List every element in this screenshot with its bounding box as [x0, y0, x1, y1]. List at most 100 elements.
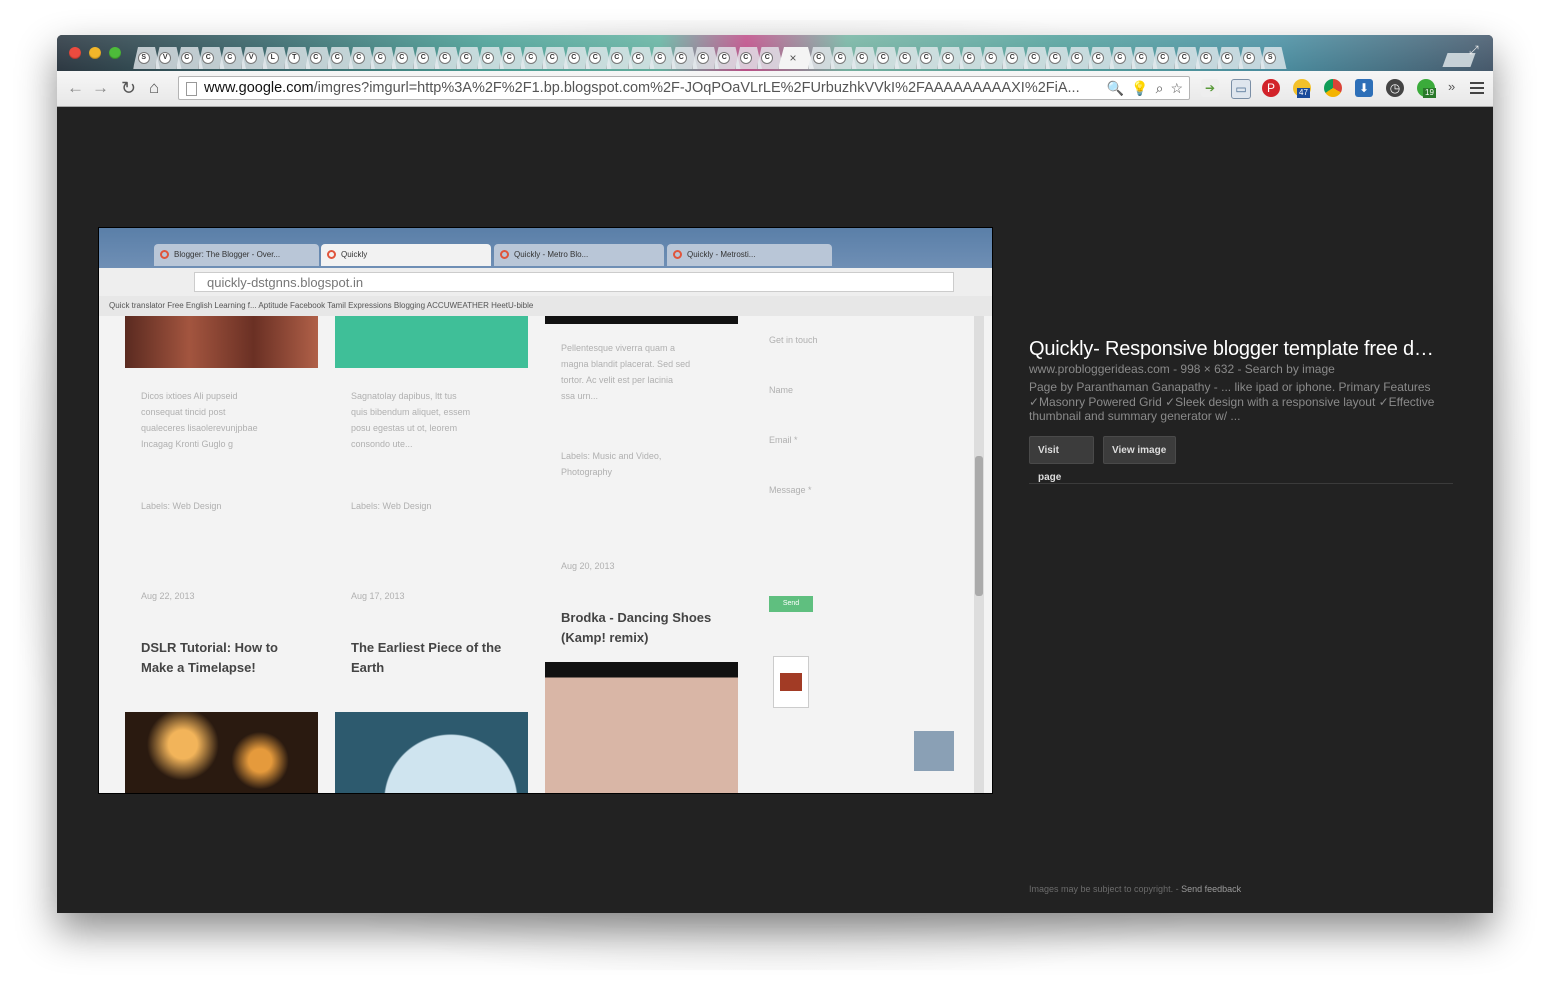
preview-back-to-top: [914, 731, 954, 771]
chrome-icon[interactable]: [1324, 79, 1342, 97]
browser-tab[interactable]: C: [477, 47, 504, 69]
forward-button[interactable]: →: [92, 79, 109, 97]
zoom-window-button[interactable]: [109, 47, 121, 59]
result-image[interactable]: Blogger: The Blogger - Over... Quickly Q…: [98, 227, 993, 794]
browser-tab[interactable]: C: [1173, 47, 1201, 69]
close-window-button[interactable]: [69, 47, 81, 59]
browser-tab[interactable]: T: [283, 47, 311, 69]
browser-tab[interactable]: C: [735, 47, 762, 69]
browser-tab[interactable]: S: [1259, 47, 1287, 69]
preview-tab: Quickly: [321, 244, 491, 266]
preview-tab: Blogger: The Blogger - Over...: [154, 244, 319, 266]
minimize-window-button[interactable]: [89, 47, 101, 59]
browser-tab[interactable]: C: [915, 47, 943, 69]
lightbulb-icon[interactable]: 💡: [1131, 80, 1148, 97]
preview-photo: [125, 712, 318, 793]
browser-tab[interactable]: C: [756, 47, 784, 69]
browser-tab[interactable]: C: [1023, 47, 1050, 69]
browser-tab[interactable]: C: [498, 47, 526, 69]
bookmark-star-icon[interactable]: ☆: [1170, 80, 1183, 97]
browser-tab[interactable]: C: [176, 47, 203, 69]
browser-tab[interactable]: C: [829, 47, 857, 69]
download-icon[interactable]: ⬇: [1355, 79, 1373, 97]
browser-tab[interactable]: C: [627, 47, 655, 69]
omnibox-icons: 🔍 💡 ⌕ ☆: [1107, 80, 1183, 97]
browser-tab[interactable]: C: [520, 47, 547, 69]
browser-tab[interactable]: C: [980, 47, 1007, 69]
reload-button[interactable]: ↻: [121, 79, 136, 97]
rss-icon[interactable]: ➔: [1201, 79, 1219, 97]
browser-tab[interactable]: C: [584, 47, 612, 69]
browser-tab[interactable]: C: [391, 47, 418, 69]
browser-tab[interactable]: C: [1109, 47, 1136, 69]
browser-tab[interactable]: C: [369, 47, 397, 69]
back-button[interactable]: ←: [67, 79, 84, 97]
magnifier-icon[interactable]: ⌕: [1156, 80, 1164, 97]
browser-tab[interactable]: C: [958, 47, 986, 69]
browser-tab[interactable]: C: [305, 47, 332, 69]
preview-photo: [125, 316, 318, 368]
tab-favicon-icon: C: [309, 52, 322, 64]
browser-tab[interactable]: C: [1130, 47, 1158, 69]
browser-tab[interactable]: C: [670, 47, 698, 69]
weather-badge: 47: [1297, 88, 1310, 98]
preview-date: Aug 20, 2013: [561, 561, 615, 571]
browser-tab[interactable]: L: [262, 47, 289, 69]
window-icon[interactable]: ▭: [1231, 79, 1251, 99]
browser-tab[interactable]: S: [133, 47, 160, 69]
view-image-button[interactable]: View image: [1103, 436, 1176, 464]
tab-favicon-icon: L: [266, 52, 279, 64]
extensions-overflow-icon[interactable]: »: [1448, 78, 1455, 96]
close-tab-icon[interactable]: ×: [789, 51, 796, 65]
browser-tab[interactable]: C: [563, 47, 590, 69]
browser-tab[interactable]: C: [1087, 47, 1115, 69]
browser-tab[interactable]: C: [455, 47, 483, 69]
preview-form-label: Message *: [769, 485, 812, 495]
tab-favicon-icon: C: [524, 52, 537, 64]
result-title[interactable]: Quickly- Responsive blogger template fre…: [1029, 338, 1434, 361]
browser-tab[interactable]: C: [1195, 47, 1222, 69]
browser-tab[interactable]: V: [154, 47, 182, 69]
home-button[interactable]: ⌂: [149, 79, 159, 97]
browser-tab[interactable]: ×: [778, 47, 814, 69]
browser-tab[interactable]: C: [937, 47, 964, 69]
browser-tab[interactable]: C: [1066, 47, 1093, 69]
evernote-icon[interactable]: 19: [1417, 79, 1436, 98]
browser-tab[interactable]: C: [1044, 47, 1072, 69]
browser-tab[interactable]: C: [326, 47, 354, 69]
clock-icon[interactable]: ◷: [1386, 79, 1404, 97]
browser-tab[interactable]: C: [219, 47, 246, 69]
menu-icon[interactable]: [1470, 79, 1484, 97]
fullscreen-icon[interactable]: ⤢: [1469, 43, 1483, 57]
browser-tab[interactable]: C: [713, 47, 741, 69]
browser-tab[interactable]: C: [872, 47, 900, 69]
send-feedback-link[interactable]: Send feedback: [1181, 884, 1241, 894]
browser-tab[interactable]: C: [434, 47, 461, 69]
browser-tab[interactable]: C: [808, 47, 835, 69]
browser-tab[interactable]: C: [197, 47, 225, 69]
browser-tab[interactable]: V: [240, 47, 268, 69]
weather-icon[interactable]: 47: [1293, 79, 1311, 98]
browser-tab[interactable]: C: [606, 47, 633, 69]
address-bar[interactable]: www.google.com/imgres?imgurl=http%3A%2F%…: [178, 76, 1190, 100]
address-url[interactable]: www.google.com/imgres?imgurl=http%3A%2F%…: [204, 80, 1084, 96]
browser-tab[interactable]: C: [894, 47, 921, 69]
browser-tab[interactable]: C: [1152, 47, 1179, 69]
preview-form-label: Get in touch: [769, 335, 818, 345]
browser-tab[interactable]: C: [348, 47, 375, 69]
preview-scrollbar: [974, 316, 984, 793]
preview-send-button: Send: [769, 596, 813, 612]
tab-favicon-icon: C: [438, 52, 451, 64]
search-by-image-icon[interactable]: 🔍: [1107, 80, 1124, 97]
browser-tab[interactable]: C: [649, 47, 676, 69]
browser-tab[interactable]: C: [1238, 47, 1265, 69]
browser-tab[interactable]: C: [1216, 47, 1244, 69]
browser-tab[interactable]: C: [692, 47, 719, 69]
browser-tab[interactable]: C: [851, 47, 878, 69]
tab-favicon-icon: C: [984, 52, 997, 64]
visit-page-button[interactable]: Visit page: [1029, 436, 1094, 483]
browser-tab[interactable]: C: [412, 47, 440, 69]
browser-tab[interactable]: C: [1001, 47, 1029, 69]
pinterest-icon[interactable]: P: [1262, 79, 1280, 97]
browser-tab[interactable]: C: [541, 47, 569, 69]
